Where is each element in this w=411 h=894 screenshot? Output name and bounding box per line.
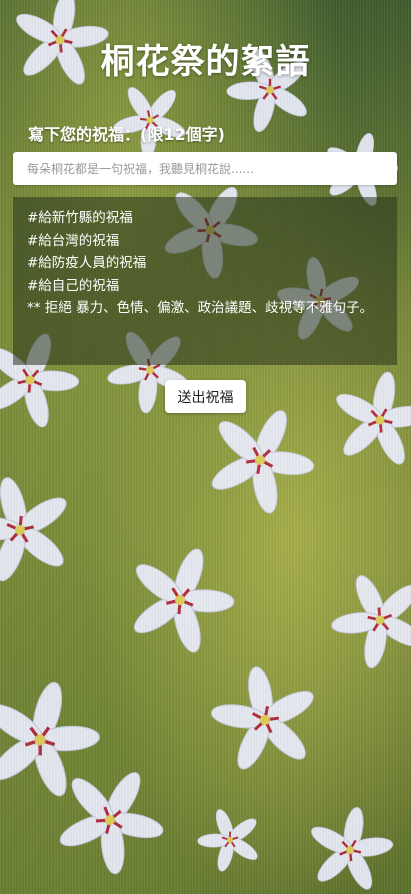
- hashtag-suggestion-panel: #給新竹縣的祝福 #給台灣的祝福 #給防疫人員的祝福 #給自己的祝福 ** 拒絕…: [13, 197, 397, 365]
- hashtag-hsinchu: #給新竹縣的祝福: [27, 210, 133, 226]
- hashtag-self: #給自己的祝福: [27, 277, 120, 294]
- blessing-input[interactable]: [13, 152, 397, 185]
- blessing-instruction-label: 寫下您的祝福：(限12個字): [28, 125, 225, 144]
- content-rules-note: ** 拒絕 暴力、色情、偏激、政治議題、歧視等不雅句子。: [27, 300, 374, 316]
- hashtag-epidemic-workers: #給防疫人員的祝福: [27, 255, 147, 271]
- send-blessing-button[interactable]: 送出祝福: [165, 380, 246, 413]
- page-title: 桐花祭的絮語: [100, 42, 311, 82]
- blessing-input-container: [13, 152, 397, 185]
- hashtag-taiwan: #給台灣的祝福: [27, 232, 120, 249]
